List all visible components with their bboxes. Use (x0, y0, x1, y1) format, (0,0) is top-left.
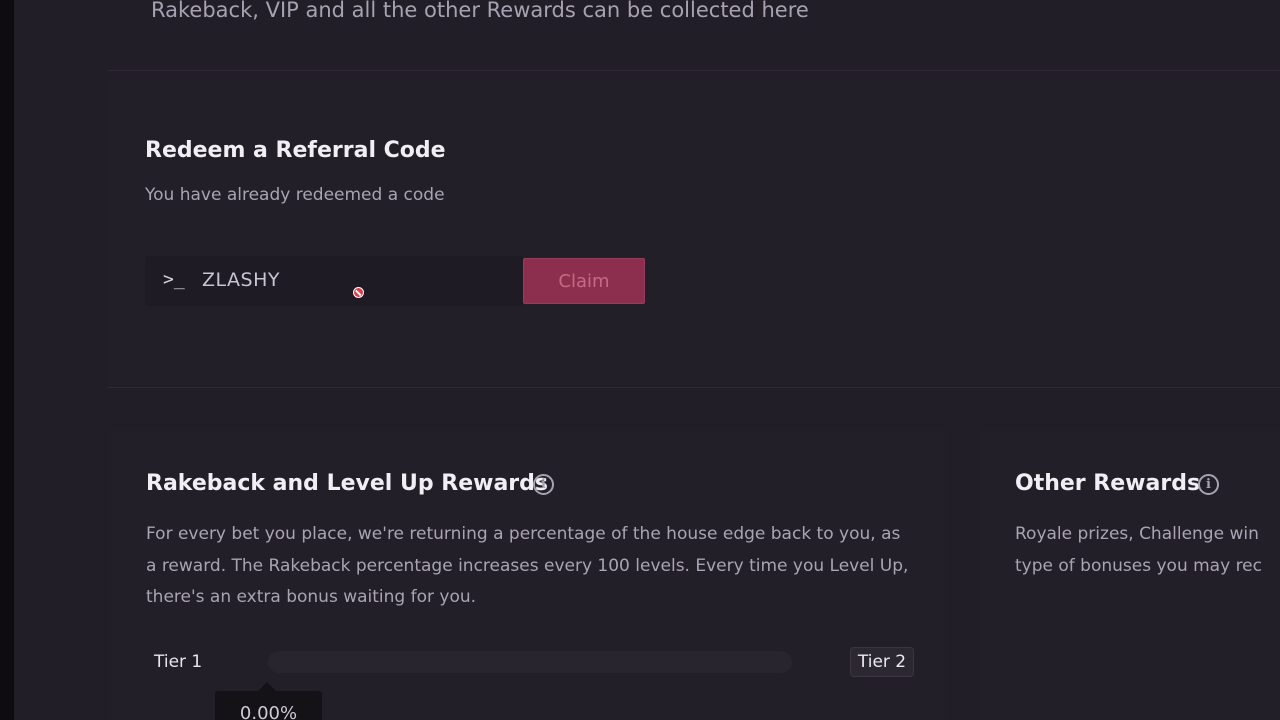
tier-end-badge: Tier 2 (850, 647, 914, 677)
claim-button[interactable]: Claim (523, 258, 645, 304)
header-divider (108, 70, 1280, 71)
tier-start-label: Tier 1 (154, 652, 203, 672)
terminal-prompt-icon: >_ (163, 269, 185, 290)
other-rewards-info-icon[interactable]: i (1198, 474, 1219, 495)
left-sidebar-rail (0, 0, 14, 720)
rakeback-title: Rakeback and Level Up Rewards (146, 471, 548, 496)
referral-status-text: You have already redeemed a code (145, 185, 445, 205)
referral-code-value: ZLASHY (202, 269, 280, 291)
referral-title: Redeem a Referral Code (145, 138, 446, 163)
rakeback-description: For every bet you place, we're returning… (146, 524, 909, 607)
rewards-page: Rakeback, VIP and all the other Rewards … (0, 0, 1280, 720)
referral-divider (108, 387, 1280, 388)
progress-tooltip-arrow (258, 682, 276, 691)
rakeback-info-icon[interactable]: i (533, 474, 554, 495)
other-rewards-description: Royale prizes, Challenge win type of bon… (1015, 524, 1262, 576)
other-rewards-title: Other Rewards (1015, 471, 1201, 496)
progress-tooltip: 0.00% (215, 691, 322, 720)
referral-card (108, 80, 1280, 385)
referral-code-field[interactable]: >_ ZLASHY (145, 256, 523, 306)
rakeback-progress-bar (268, 651, 792, 673)
not-allowed-cursor-icon (353, 287, 364, 298)
page-subtitle: Rakeback, VIP and all the other Rewards … (151, 0, 809, 22)
